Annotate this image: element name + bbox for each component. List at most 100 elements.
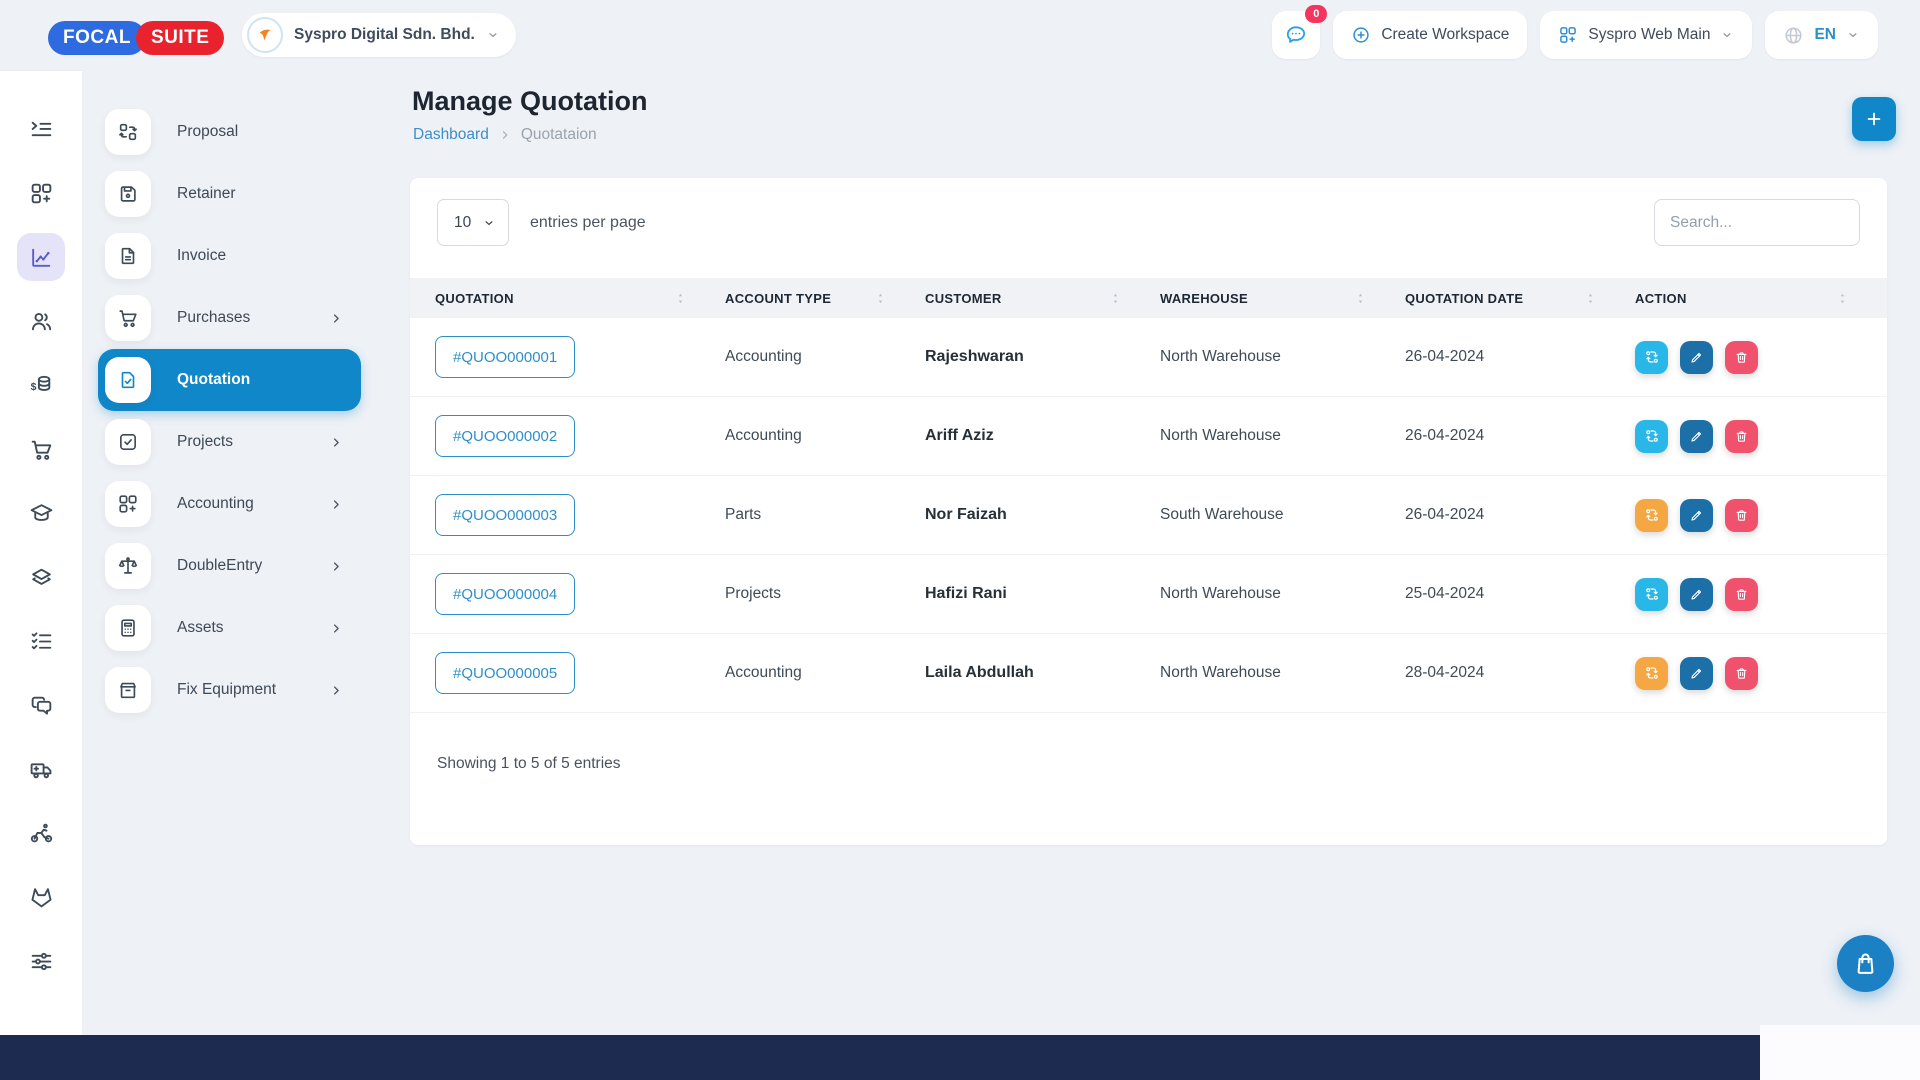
- convert-button[interactable]: [1635, 341, 1668, 374]
- entries-per-page-value: 10: [454, 214, 471, 232]
- chevron-right-icon: [329, 621, 344, 636]
- convert-button[interactable]: [1635, 578, 1668, 611]
- warehouse-cell: North Warehouse: [1160, 348, 1405, 366]
- app-logo-right: SUITE: [136, 21, 224, 55]
- workspace-selector[interactable]: Syspro Digital Sdn. Bhd.: [242, 13, 516, 57]
- account-type-cell: Accounting: [725, 664, 925, 682]
- sidebar-item-accounting[interactable]: Accounting: [98, 473, 361, 535]
- chat-button[interactable]: 0: [1272, 11, 1320, 59]
- column-header-label: ACTION: [1635, 291, 1687, 306]
- plus-circle-icon: [1351, 25, 1371, 45]
- delete-button[interactable]: [1725, 578, 1758, 611]
- sidebar-item-purchases[interactable]: Purchases: [98, 287, 361, 349]
- sidebar-item-quotation[interactable]: Quotation: [98, 349, 361, 411]
- quotation-date-cell: 25-04-2024: [1405, 585, 1635, 603]
- graduation-icon[interactable]: [17, 489, 65, 537]
- sidebar-item-assets[interactable]: Assets: [98, 597, 361, 659]
- money-coins-icon[interactable]: $: [17, 361, 65, 409]
- sidebar-item-proposal[interactable]: Proposal: [98, 101, 361, 163]
- customer-cell: Rajeshwaran: [925, 348, 1160, 366]
- warehouse-cell: North Warehouse: [1160, 427, 1405, 445]
- site-selector[interactable]: Syspro Web Main: [1540, 11, 1752, 59]
- grid-add-icon: [105, 481, 151, 527]
- breadcrumb: Dashboard Quotataion: [413, 126, 597, 144]
- sliders-icon[interactable]: [17, 937, 65, 985]
- sidebar-item-label: Fix Equipment: [177, 681, 276, 699]
- sort-icon[interactable]: [1836, 292, 1849, 305]
- footer-bar: [0, 1035, 1760, 1080]
- checklist-icon[interactable]: [17, 617, 65, 665]
- delete-button[interactable]: [1725, 657, 1758, 690]
- quotation-number-chip[interactable]: #QUOO000002: [435, 415, 575, 457]
- layers-icon[interactable]: [17, 553, 65, 601]
- edit-button[interactable]: [1680, 341, 1713, 374]
- language-selector[interactable]: EN: [1765, 11, 1878, 59]
- chevron-right-icon: [329, 435, 344, 450]
- create-workspace-button[interactable]: Create Workspace: [1333, 11, 1527, 59]
- quotation-number-chip[interactable]: #QUOO000005: [435, 652, 575, 694]
- chevron-right-icon: [329, 497, 344, 512]
- add-quotation-button[interactable]: [1852, 97, 1896, 141]
- convert-button[interactable]: [1635, 499, 1668, 532]
- convert-button[interactable]: [1635, 657, 1668, 690]
- edit-button[interactable]: [1680, 420, 1713, 453]
- quotation-number-chip[interactable]: #QUOO000004: [435, 573, 575, 615]
- sidebar-item-doubleentry[interactable]: DoubleEntry: [98, 535, 361, 597]
- cart-icon[interactable]: [17, 425, 65, 473]
- motorcycle-icon[interactable]: [17, 809, 65, 857]
- search-input[interactable]: [1654, 199, 1860, 246]
- account-type-cell: Projects: [725, 585, 925, 603]
- column-header-warehouse[interactable]: WAREHOUSE: [1160, 291, 1405, 306]
- edit-button[interactable]: [1680, 499, 1713, 532]
- breadcrumb-current: Quotataion: [521, 126, 597, 144]
- sort-icon[interactable]: [674, 292, 687, 305]
- column-header-action[interactable]: ACTION: [1635, 291, 1887, 306]
- globe-icon: [1783, 25, 1804, 46]
- delivery-truck-icon[interactable]: [17, 745, 65, 793]
- column-header-quotation-date[interactable]: QUOTATION DATE: [1405, 291, 1635, 306]
- delete-button[interactable]: [1725, 499, 1758, 532]
- sidebar-item-projects[interactable]: Projects: [98, 411, 361, 473]
- sort-icon[interactable]: [1109, 292, 1122, 305]
- column-header-quotation[interactable]: QUOTATION: [435, 291, 725, 306]
- invoice-icon: [105, 233, 151, 279]
- chat-bubbles-icon[interactable]: [17, 681, 65, 729]
- column-header-account-type[interactable]: ACCOUNT TYPE: [725, 291, 925, 306]
- fox-icon[interactable]: [17, 873, 65, 921]
- doubleentry-icon: [105, 543, 151, 589]
- sidebar-item-label: Proposal: [177, 123, 238, 141]
- delete-button[interactable]: [1725, 420, 1758, 453]
- delete-button[interactable]: [1725, 341, 1758, 374]
- sidebar-menu: Proposal RetainerInvoicePurchasesQuotatio…: [82, 70, 377, 721]
- convert-button[interactable]: [1635, 420, 1668, 453]
- table-body: #QUOO000001AccountingRajeshwaranNorth Wa…: [410, 318, 1887, 713]
- chevron-down-icon: [482, 216, 496, 230]
- analytics-icon[interactable]: [17, 233, 65, 281]
- sidebar-item-fix-equipment[interactable]: Fix Equipment: [98, 659, 361, 721]
- sort-icon[interactable]: [1584, 292, 1597, 305]
- chevron-right-icon: [329, 559, 344, 574]
- shop-fab-button[interactable]: [1837, 935, 1894, 992]
- entries-per-page-select[interactable]: 10: [437, 199, 509, 246]
- users-icon[interactable]: [17, 297, 65, 345]
- app-logo[interactable]: FOCAL SUITE: [48, 21, 224, 55]
- sidebar-item-retainer[interactable]: Retainer: [98, 163, 361, 225]
- breadcrumb-dashboard-link[interactable]: Dashboard: [413, 126, 489, 144]
- sidebar-item-invoice[interactable]: Invoice: [98, 225, 361, 287]
- edit-button[interactable]: [1680, 578, 1713, 611]
- column-header-label: QUOTATION: [435, 291, 514, 306]
- chat-icon: [1284, 23, 1308, 47]
- quotation-date-cell: 28-04-2024: [1405, 664, 1635, 682]
- sidebar-item-label: Projects: [177, 433, 233, 451]
- column-header-customer[interactable]: CUSTOMER: [925, 291, 1160, 306]
- table-header: QUOTATION ACCOUNT TYPECUSTOMERWAREHOUSEQU…: [410, 278, 1887, 318]
- footer-corner: [1760, 1025, 1920, 1080]
- language-label: EN: [1814, 26, 1836, 44]
- tasks-indent-icon[interactable]: [17, 105, 65, 153]
- sort-icon[interactable]: [1354, 292, 1367, 305]
- sort-icon[interactable]: [874, 292, 887, 305]
- quotation-number-chip[interactable]: #QUOO000001: [435, 336, 575, 378]
- grid-add-icon[interactable]: [17, 169, 65, 217]
- quotation-number-chip[interactable]: #QUOO000003: [435, 494, 575, 536]
- edit-button[interactable]: [1680, 657, 1713, 690]
